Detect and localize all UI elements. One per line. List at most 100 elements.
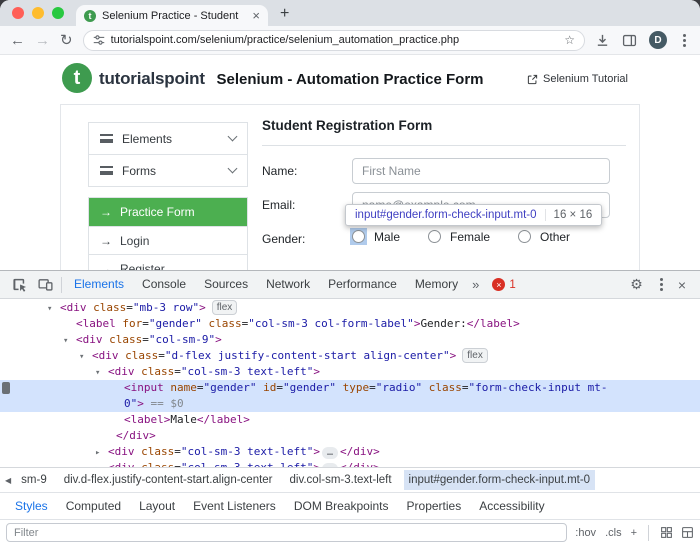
grid-icon[interactable] (660, 526, 673, 539)
radio-other[interactable] (516, 228, 533, 245)
tree-expand-icon[interactable]: ▾ (95, 365, 108, 381)
forward-button[interactable]: → (35, 33, 50, 48)
device-toolbar-icon[interactable] (32, 273, 58, 297)
tree-expand-icon[interactable]: ▾ (47, 301, 60, 317)
devtools-tab-network[interactable]: Network (257, 271, 319, 298)
devtools-settings-icon[interactable]: ⚙ (630, 276, 643, 293)
dom-tree-row[interactable]: ▾<div class="col-sm-3 text-left"> (0, 364, 700, 380)
code-token: <input (124, 381, 164, 394)
layout-panel-icon[interactable] (681, 526, 694, 539)
styles-filter-row: :hov .cls + (0, 519, 700, 545)
class-toggle[interactable]: .cls (605, 527, 622, 539)
devtools-tab-elements[interactable]: Elements (65, 271, 133, 298)
code-token: class (202, 317, 242, 330)
sidebar-item-login[interactable]: →Login (89, 226, 247, 254)
sidebar-item-practice-form[interactable]: →Practice Form (89, 198, 247, 226)
code-token: <div (108, 445, 135, 458)
url-text[interactable]: tutorialspoint.com/selenium/practice/sel… (111, 34, 559, 46)
pane-tab-computed[interactable]: Computed (57, 493, 130, 519)
tree-expand-icon[interactable]: ▸ (95, 445, 108, 461)
browser-tab[interactable]: t Selenium Practice - Student × (76, 5, 268, 26)
code-token: class (103, 333, 143, 346)
devtools-close-icon[interactable]: × (678, 277, 686, 293)
devtools-tab-console[interactable]: Console (133, 271, 195, 298)
profile-avatar[interactable]: D (649, 31, 667, 49)
pseudo-state-toggle[interactable]: :hov (575, 527, 596, 539)
breadcrumb-item[interactable]: div.col-sm-3.text-left (285, 470, 397, 490)
code-token: = (142, 317, 149, 330)
breadcrumb-scroll-left-icon[interactable]: ◀ (0, 476, 16, 485)
error-icon: × (492, 278, 505, 291)
dom-tree-row[interactable]: 0"> == $0 (0, 396, 700, 412)
code-token: class (87, 301, 127, 314)
download-icon[interactable] (595, 33, 610, 48)
window-minimize-button[interactable] (32, 7, 44, 19)
radio-circle (518, 230, 531, 243)
code-token: "gender" (283, 381, 336, 394)
selenium-tutorial-link[interactable]: Selenium Tutorial (527, 73, 628, 85)
tutorialspoint-logo-icon[interactable]: t (62, 63, 92, 93)
code-token: "col-sm-9" (149, 333, 215, 346)
sidebar-item-label: Login (120, 234, 149, 248)
pane-tab-accessibility[interactable]: Accessibility (470, 493, 553, 519)
side-panel-icon[interactable] (622, 33, 637, 48)
devtools-tab-performance[interactable]: Performance (319, 271, 406, 298)
radio-female[interactable] (426, 228, 443, 245)
sidebar-accordion-forms[interactable]: Forms (88, 154, 248, 187)
devtools-menu-icon[interactable] (660, 283, 663, 286)
dom-tree-row[interactable]: ▾<div class="d-flex justify-content-star… (0, 348, 700, 364)
new-tab-button[interactable]: + (280, 5, 289, 23)
sidebar-accordion-elements[interactable]: Elements (88, 122, 248, 155)
radio-male[interactable] (350, 228, 367, 245)
dom-tree-row[interactable]: ▾<div class="mb-3 row">flex (0, 300, 700, 316)
code-token: "gender" (149, 317, 202, 330)
window-close-button[interactable] (12, 7, 24, 19)
dom-tree-row[interactable]: </div> (0, 428, 700, 444)
pane-tab-properties[interactable]: Properties (398, 493, 471, 519)
flex-badge[interactable]: flex (212, 300, 238, 315)
email-label: Email: (262, 198, 295, 212)
logo-wordmark[interactable]: tutorialspoint (99, 69, 205, 89)
dom-tree-row[interactable]: <label>Male</label> (0, 412, 700, 428)
breadcrumb-item[interactable]: input#gender.form-check-input.mt-0 (404, 470, 596, 490)
tree-expand-icon[interactable]: ▾ (63, 333, 76, 349)
pane-tab-event-listeners[interactable]: Event Listeners (184, 493, 285, 519)
back-button[interactable]: ← (10, 33, 25, 48)
tab-close-icon[interactable]: × (252, 9, 260, 22)
dom-tree-row[interactable]: ▸<div class="col-sm-3 text-left">…</div> (0, 460, 700, 467)
dom-tree-row[interactable]: <input name="gender" id="gender" type="r… (0, 380, 700, 396)
breadcrumb-item[interactable]: sm-9 (16, 470, 52, 490)
tree-expand-icon[interactable]: ▾ (79, 349, 92, 365)
pane-tab-styles[interactable]: Styles (6, 493, 57, 519)
window-zoom-button[interactable] (52, 7, 64, 19)
dom-tree-row[interactable]: ▾<div class="col-sm-9"> (0, 332, 700, 348)
reload-button[interactable]: ↻ (60, 33, 73, 48)
devtools-tab-memory[interactable]: Memory (406, 271, 467, 298)
devtools-tab-sources[interactable]: Sources (195, 271, 257, 298)
pane-tab-layout[interactable]: Layout (130, 493, 184, 519)
console-error-badge[interactable]: × 1 (492, 278, 515, 291)
devtools-toolbar: ElementsConsoleSourcesNetworkPerformance… (0, 271, 700, 299)
code-token: = (174, 365, 181, 378)
hidden-children-ellipsis[interactable]: … (322, 447, 338, 459)
sidebar-item-register[interactable]: →Register (89, 254, 247, 270)
code-token: "radio" (376, 381, 422, 394)
code-token: class (119, 349, 159, 362)
tab-strip: t Selenium Practice - Student × + (0, 0, 700, 26)
dom-tree-row[interactable]: <label for="gender" class="col-sm-3 col-… (0, 316, 700, 332)
inspect-element-icon[interactable] (6, 273, 32, 297)
pane-tab-dom-breakpoints[interactable]: DOM Breakpoints (285, 493, 398, 519)
name-input[interactable] (352, 158, 610, 184)
new-style-rule-button[interactable]: + (631, 527, 637, 539)
code-token: type (336, 381, 369, 394)
bookmark-star-icon[interactable]: ☆ (564, 33, 575, 47)
inspect-tooltip-selector: input#gender.form-check-input.mt-0 (355, 209, 537, 221)
browser-menu-icon[interactable] (683, 39, 686, 42)
address-bar[interactable]: tutorialspoint.com/selenium/practice/sel… (83, 30, 585, 51)
more-tabs-icon[interactable]: » (467, 277, 484, 292)
breadcrumb-item[interactable]: div.d-flex.justify-content-start.align-c… (59, 470, 278, 490)
site-settings-icon[interactable] (93, 34, 105, 46)
flex-badge[interactable]: flex (462, 348, 488, 363)
styles-filter-input[interactable] (6, 523, 567, 542)
dom-tree-row[interactable]: ▸<div class="col-sm-3 text-left">…</div> (0, 444, 700, 460)
